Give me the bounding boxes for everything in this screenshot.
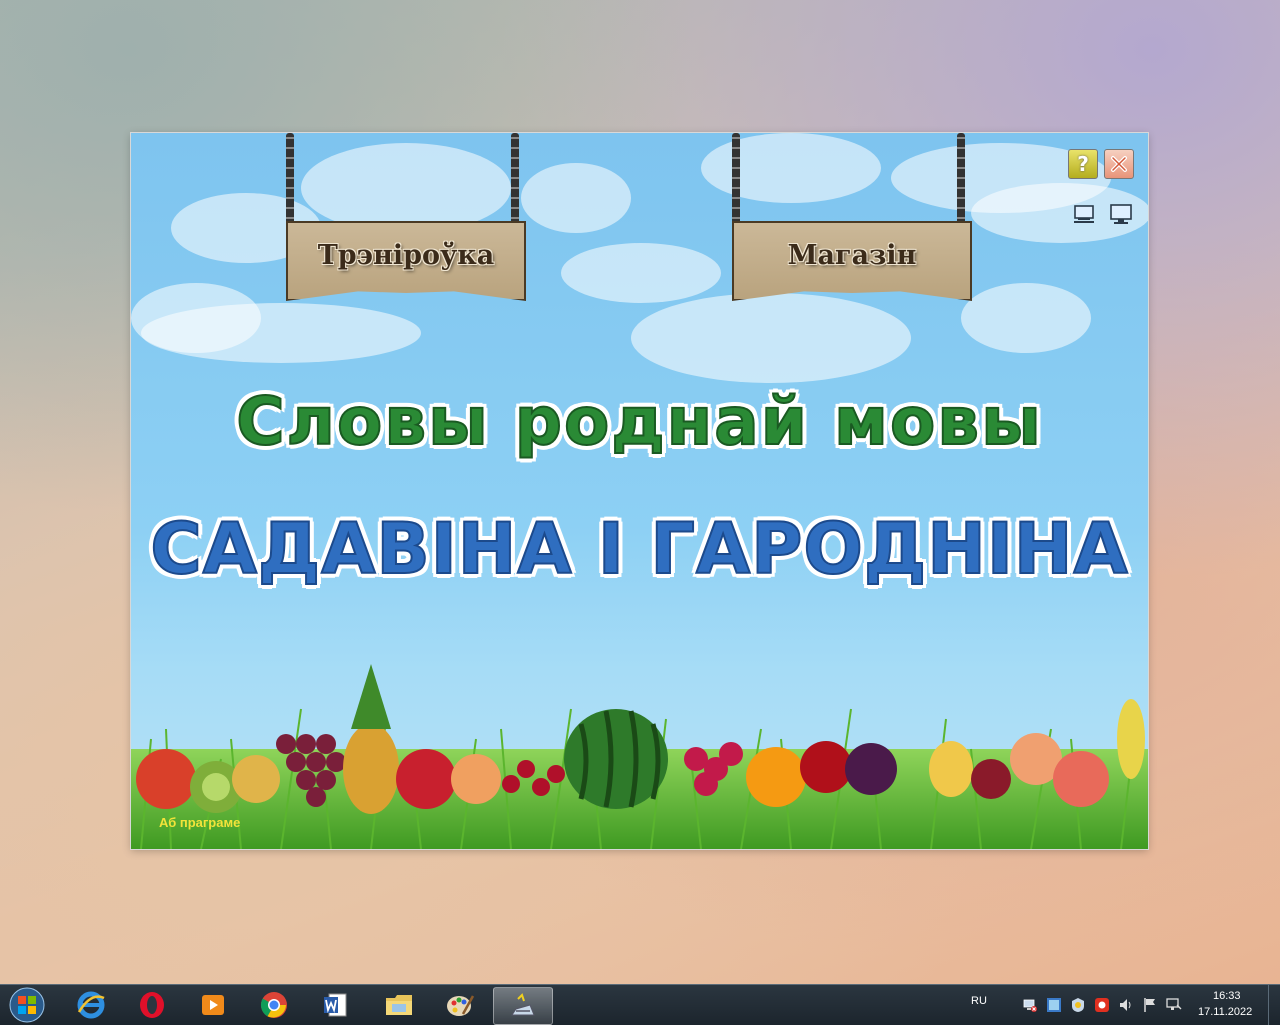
sign-chain — [286, 133, 294, 229]
windows-logo-icon — [9, 987, 45, 1023]
security-icon[interactable] — [1070, 997, 1086, 1013]
folder-icon — [386, 995, 412, 1015]
taskbar: RU 16:33 17.11.2022 — [0, 984, 1280, 1025]
sign-chain — [732, 133, 740, 229]
help-button[interactable]: ? — [1068, 149, 1098, 179]
language-indicator[interactable]: RU — [971, 995, 987, 1007]
game-window: Трэніроўка Магазін ? Словы роднай мовы С… — [131, 133, 1148, 849]
shop-sign-button[interactable]: Магазін — [732, 221, 972, 301]
antivirus-icon[interactable] — [1094, 997, 1110, 1013]
app-icon — [511, 993, 535, 1016]
opera-icon — [140, 992, 164, 1018]
start-button[interactable] — [4, 986, 50, 1024]
apple — [136, 749, 196, 809]
title-line-1: Словы роднай мовы — [235, 382, 1043, 461]
about-program-link[interactable]: Аб праграме — [159, 815, 240, 830]
close-button[interactable] — [1104, 149, 1134, 179]
title-line-2: САДАВІНА І ГАРОДНІНА — [149, 507, 1129, 591]
help-icon: ? — [1077, 152, 1089, 176]
cloud — [701, 133, 881, 203]
taskbar-file-explorer[interactable] — [370, 987, 428, 1023]
training-sign-button[interactable]: Трэніроўка — [286, 221, 526, 301]
volume-icon[interactable] — [1118, 997, 1134, 1013]
tray-app-icon[interactable] — [1046, 997, 1062, 1013]
cloud — [521, 163, 631, 233]
clock-time[interactable]: 16:33 — [1213, 990, 1241, 1002]
clock-date[interactable]: 17.11.2022 — [1198, 1006, 1252, 1018]
chrome-icon — [260, 992, 287, 1018]
taskbar-active-app[interactable] — [493, 987, 553, 1025]
windowed-mode-icon[interactable] — [1072, 203, 1096, 225]
cloud — [301, 143, 511, 233]
cloud — [631, 293, 911, 383]
taskbar-internet-explorer[interactable] — [62, 987, 120, 1023]
ie-icon — [77, 991, 105, 1019]
fullscreen-mode-icon[interactable] — [1109, 203, 1133, 225]
paint-icon — [447, 995, 475, 1016]
grass-and-fruits-illustration — [131, 664, 1148, 849]
taskbar-word[interactable] — [306, 987, 364, 1023]
network-icon[interactable] — [1022, 997, 1038, 1013]
close-icon — [1111, 156, 1127, 172]
cloud — [561, 243, 721, 303]
cloud — [141, 303, 421, 363]
display-icon[interactable] — [1166, 997, 1182, 1013]
media-player-icon — [202, 995, 224, 1015]
training-sign-label: Трэніроўка — [317, 239, 495, 271]
word-icon — [324, 993, 347, 1017]
taskbar-paint[interactable] — [431, 987, 489, 1023]
taskbar-opera[interactable] — [123, 987, 181, 1023]
sign-chain — [957, 133, 965, 229]
taskbar-chrome[interactable] — [245, 987, 303, 1023]
show-desktop-button[interactable] — [1268, 985, 1280, 1025]
shop-sign-label: Магазін — [787, 239, 917, 271]
action-center-flag-icon[interactable] — [1142, 997, 1158, 1013]
cloud — [961, 283, 1091, 353]
taskbar-media-player[interactable] — [184, 987, 242, 1023]
sign-chain — [511, 133, 519, 229]
